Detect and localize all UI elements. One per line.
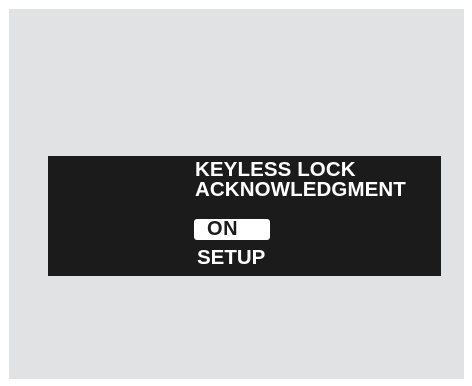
option-setup[interactable]: SETUP (197, 246, 265, 270)
setting-title-line-2: ACKNOWLEDGMENT (195, 178, 406, 201)
background-panel: KEYLESS LOCK ACKNOWLEDGMENT ON SETUP (9, 9, 464, 379)
info-display-screen: KEYLESS LOCK ACKNOWLEDGMENT ON SETUP (48, 156, 441, 276)
option-on-label: ON (207, 218, 239, 240)
option-on-selected[interactable]: ON (194, 219, 270, 240)
